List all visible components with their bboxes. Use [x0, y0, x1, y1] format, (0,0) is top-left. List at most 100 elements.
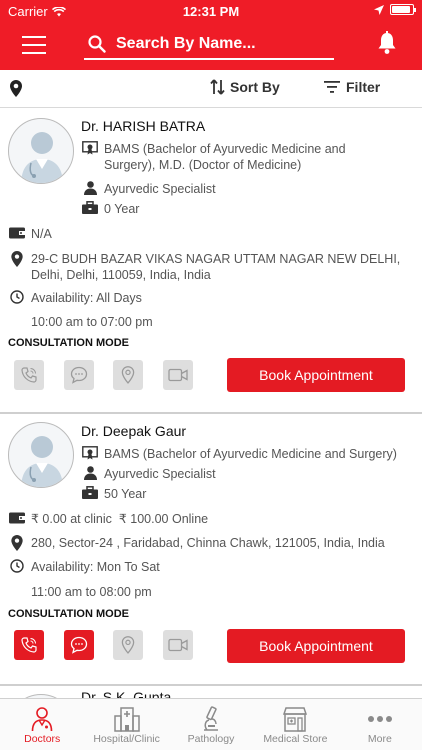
map-pin-icon [121, 366, 135, 384]
chat-consult-button[interactable] [64, 360, 94, 390]
availability-text: Availability: All Days [31, 291, 142, 305]
app-header: Carrier 12:31 PM Search By Name... [0, 0, 422, 70]
status-right [374, 4, 416, 15]
qualification-row: BAMS (Bachelor of Ayurvedic Medicine and… [81, 141, 381, 173]
sort-button[interactable]: Sort By [210, 79, 280, 95]
video-camera-icon [168, 368, 188, 382]
consultation-mode-label: CONSULTATION MODE [8, 337, 129, 349]
address-line-1: 29-C BUDH BAZAR VIKAS NAGAR UTTAM NAGAR … [31, 252, 401, 266]
battery-icon [390, 4, 416, 15]
video-consult-button[interactable] [163, 360, 193, 390]
location-pin-icon[interactable] [10, 80, 22, 97]
bottom-tab-bar: Doctors Hospital/Clinic Pathology Medica… [0, 698, 422, 750]
hospital-icon [113, 707, 140, 732]
avatar [8, 422, 74, 488]
filter-button[interactable]: Filter [324, 79, 380, 95]
phone-consult-button[interactable] [14, 630, 44, 660]
list-toolbar: Sort By Filter [0, 70, 422, 108]
address-row: 29-C BUDH BAZAR VIKAS NAGAR UTTAM NAGAR … [8, 251, 418, 283]
person-icon [83, 466, 97, 480]
video-camera-icon [168, 638, 188, 652]
address-text: 280, Sector-24 , Faridabad, Chinna Chawk… [31, 536, 385, 550]
avatar [8, 118, 74, 184]
video-consult-button[interactable] [163, 630, 193, 660]
status-time: 12:31 PM [182, 4, 240, 19]
chat-icon [70, 366, 88, 384]
availability-row: Availability: All Days [8, 290, 142, 306]
clinic-visit-button[interactable] [113, 360, 143, 390]
experience-row: 0 Year [81, 201, 139, 217]
phone-consult-button[interactable] [14, 360, 44, 390]
book-appointment-button[interactable]: Book Appointment [227, 629, 405, 663]
search-placeholder: Search By Name... [116, 35, 256, 52]
experience-row: 50 Year [81, 486, 146, 502]
doctor-card: Dr. HARISH BATRA BAMS (Bachelor of Ayurv… [0, 108, 422, 414]
consultation-mode-label: CONSULTATION MODE [8, 608, 129, 620]
status-bar: Carrier 12:31 PM [0, 0, 422, 22]
store-icon [283, 707, 308, 732]
menu-icon[interactable] [22, 36, 46, 54]
fee-text: ₹ 0.00 at clinic ₹ 100.00 Online [31, 512, 209, 526]
address-row: 280, Sector-24 , Faridabad, Chinna Chawk… [8, 535, 418, 551]
specialty-text: Ayurvedic Specialist [104, 467, 216, 481]
tab-doctors-label: Doctors [24, 733, 61, 745]
tab-doctors[interactable]: Doctors [0, 699, 84, 750]
experience-text: 50 Year [104, 487, 147, 501]
clinic-visit-button[interactable] [113, 630, 143, 660]
search-icon [88, 35, 106, 53]
doctor-card: Dr. Deepak Gaur BAMS (Bachelor of Ayurve… [0, 414, 422, 686]
location-pin-icon [11, 535, 23, 551]
qualification-line-2: Surgery), M.D. (Doctor of Medicine) [104, 158, 302, 172]
address-line-2: Delhi, Delhi, 110059, India, India [31, 268, 211, 282]
clock-icon [10, 290, 24, 304]
wallet-icon [9, 227, 25, 239]
clock-icon [10, 559, 24, 573]
tab-more-label: More [367, 733, 392, 745]
tab-hospital-clinic-label: Hospital/Clinic [93, 733, 160, 745]
wallet-icon [9, 512, 25, 524]
briefcase-icon [82, 486, 98, 499]
chat-consult-button[interactable] [64, 630, 94, 660]
doctor-icon [31, 707, 53, 732]
sort-label: Sort By [230, 79, 280, 95]
search-input[interactable]: Search By Name... [84, 30, 334, 60]
location-arrow-icon [374, 4, 384, 15]
fee-row: ₹ 0.00 at clinic ₹ 100.00 Online [8, 511, 208, 527]
filter-label: Filter [346, 79, 381, 95]
book-appointment-button[interactable]: Book Appointment [227, 358, 405, 392]
person-icon [83, 181, 97, 195]
phone-icon [21, 367, 37, 383]
hours-text: 11:00 am to 08:00 pm [31, 585, 152, 599]
tab-more[interactable]: More [338, 699, 422, 750]
fee-text: N/A [31, 227, 52, 241]
chat-icon [70, 636, 88, 654]
qualification-line-1: BAMS (Bachelor of Ayurvedic Medicine and [104, 142, 346, 156]
microscope-icon [204, 706, 219, 731]
sort-icon [210, 79, 225, 95]
map-pin-icon [121, 636, 135, 654]
doctor-name: Dr. Deepak Gaur [81, 423, 187, 439]
hours-row: 11:00 am to 08:00 pm [31, 584, 152, 600]
more-dots-icon [367, 716, 392, 722]
location-pin-icon [11, 251, 23, 267]
certificate-icon [82, 446, 98, 460]
nav-row: Search By Name... [0, 22, 422, 70]
availability-row: Availability: Mon To Sat [8, 559, 160, 575]
tab-medical-store-label: Medical Store [263, 733, 328, 745]
briefcase-icon [82, 201, 98, 214]
specialty-row: Ayurvedic Specialist [81, 181, 216, 197]
specialty-text: Ayurvedic Specialist [104, 182, 216, 196]
experience-text: 0 Year [104, 202, 140, 216]
tab-hospital-clinic[interactable]: Hospital/Clinic [84, 699, 168, 750]
tab-medical-store[interactable]: Medical Store [253, 699, 337, 750]
bell-icon[interactable] [376, 31, 398, 55]
specialty-row: Ayurvedic Specialist [81, 466, 216, 482]
tab-pathology-label: Pathology [187, 733, 235, 745]
qualification-row: BAMS (Bachelor of Ayurvedic Medicine and… [81, 446, 421, 462]
doctor-name: Dr. HARISH BATRA [81, 118, 206, 134]
tab-pathology[interactable]: Pathology [169, 699, 253, 750]
availability-text: Availability: Mon To Sat [31, 560, 160, 574]
hours-row: 10:00 am to 07:00 pm [31, 314, 153, 330]
battery-fill [392, 6, 410, 13]
qualification-text: BAMS (Bachelor of Ayurvedic Medicine and… [104, 447, 397, 461]
